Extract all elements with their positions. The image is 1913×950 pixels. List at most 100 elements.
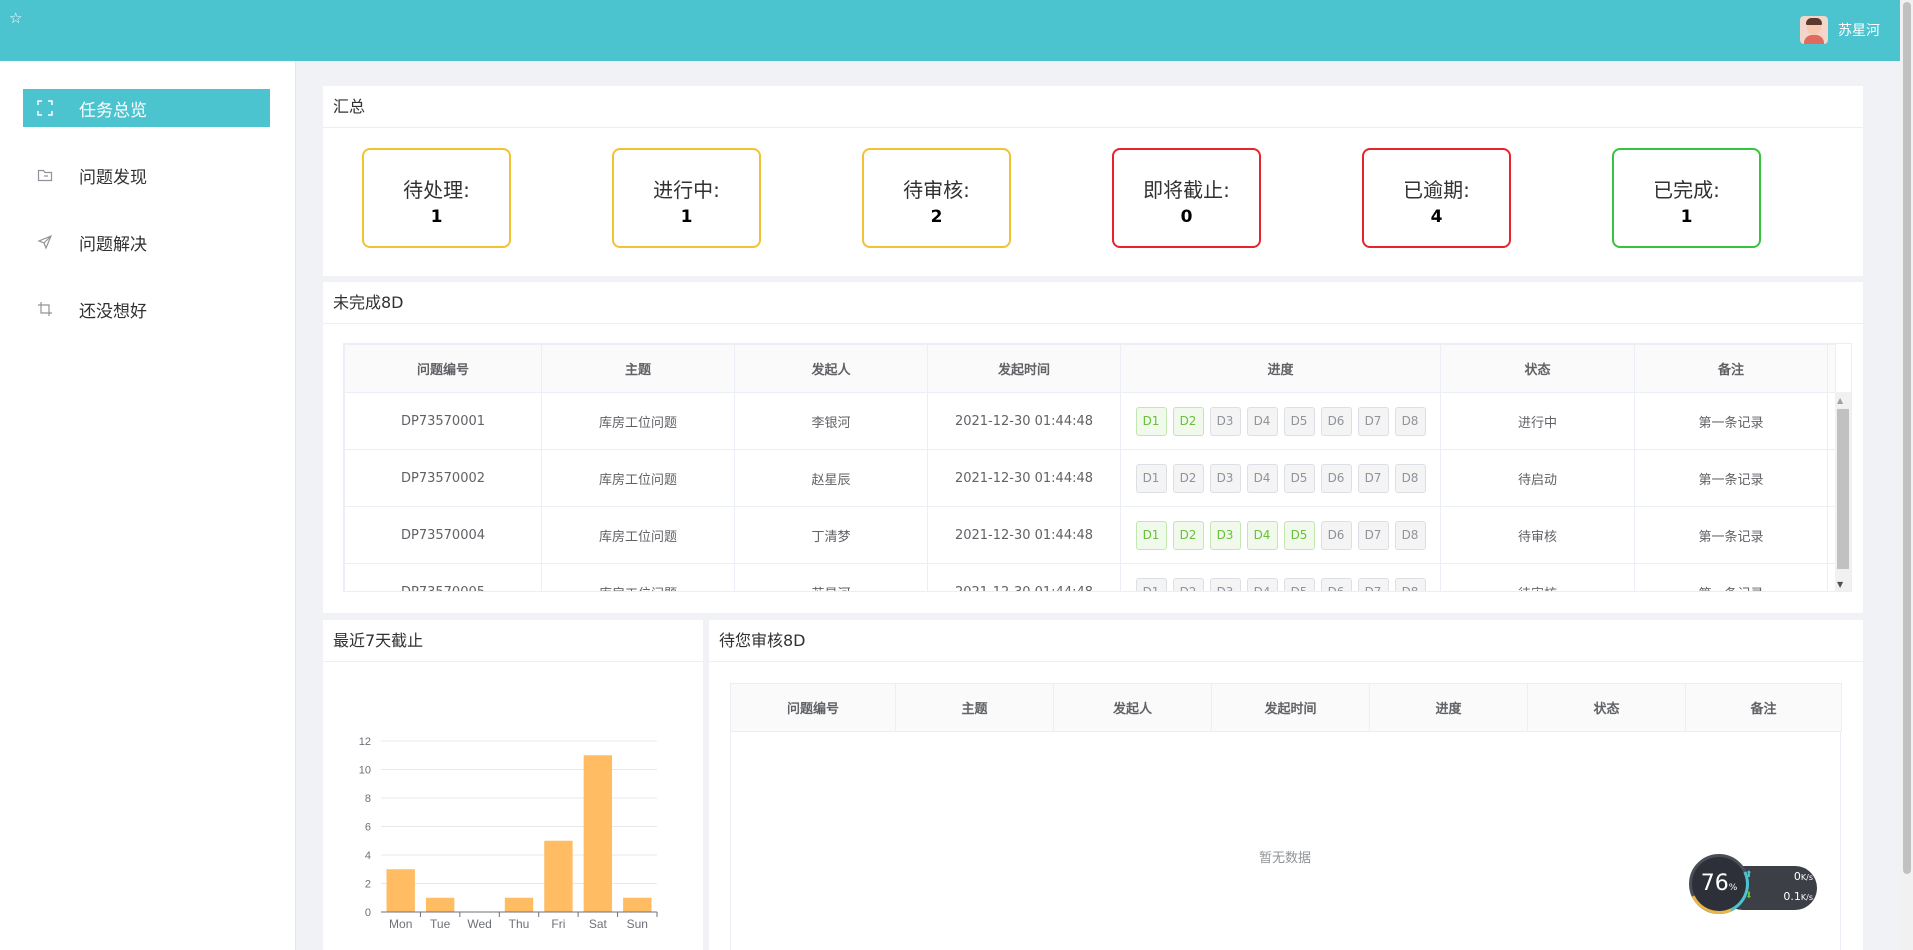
- note-cell: 第一条记录: [1634, 449, 1828, 507]
- stat-label: 待审核:: [903, 178, 970, 202]
- column-header[interactable]: 进度: [1369, 683, 1528, 732]
- send-icon: [37, 234, 53, 250]
- time-cell: 2021-12-30 01:44:48: [927, 392, 1121, 450]
- stat-overdue[interactable]: 已逾期: 4: [1362, 148, 1511, 248]
- bar-fri: [544, 840, 573, 912]
- stat-label: 已完成:: [1653, 178, 1720, 202]
- column-header[interactable]: 问题编号: [344, 344, 542, 393]
- table-row[interactable]: DP73570004 库房工位问题 丁清梦 2021-12-30 01:44:48 D1…: [344, 506, 1836, 564]
- table-row[interactable]: DP73570001 库房工位问题 李银河 2021-12-30 01:44:48 D1…: [344, 392, 1836, 450]
- progress-step-d4[interactable]: D4: [1246, 406, 1278, 436]
- bar-sun: [623, 897, 652, 912]
- progress-step-d6[interactable]: D6: [1320, 463, 1352, 493]
- sidebar-item-resolution[interactable]: 问题解决: [23, 223, 270, 261]
- table-scrollbar[interactable]: ▲ ▼: [1835, 392, 1851, 591]
- review-table-body: [730, 731, 1841, 950]
- column-header[interactable]: 问题编号: [730, 683, 896, 732]
- progress-step-d4[interactable]: D4: [1246, 577, 1278, 591]
- review-title: 待您审核8D: [709, 620, 1863, 662]
- note-cell: 第一条记录: [1634, 563, 1828, 591]
- column-header[interactable]: 发起人: [1053, 683, 1212, 732]
- subject-cell: 库房工位问题: [541, 563, 735, 591]
- sidebar-item-overview[interactable]: 任务总览: [23, 89, 270, 127]
- progress-step-d8[interactable]: D8: [1394, 577, 1426, 591]
- crop-icon: [37, 301, 53, 317]
- time-cell: 2021-12-30 01:44:48: [927, 563, 1121, 591]
- progress-step-d8[interactable]: D8: [1394, 463, 1426, 493]
- progress-step-d1[interactable]: D1: [1135, 577, 1167, 591]
- stat-completed[interactable]: 已完成: 1: [1612, 148, 1761, 248]
- user-menu[interactable]: 苏星河: [1800, 16, 1880, 44]
- progress-step-d5[interactable]: D5: [1283, 463, 1315, 493]
- x-tick-label: Fri: [551, 917, 565, 931]
- progress-step-d2[interactable]: D2: [1172, 463, 1204, 493]
- network-speed-widget[interactable]: 76% ⬆ 0K/s ⬇ 0.1K/s: [1680, 845, 1817, 923]
- column-header[interactable]: 主题: [541, 344, 735, 393]
- progress-step-d8[interactable]: D8: [1394, 520, 1426, 550]
- column-header[interactable]: 发起时间: [927, 344, 1121, 393]
- unfinished-table: 问题编号 主题 发起人 发起时间 进度 状态 备注 DP73570001 库房工位…: [344, 344, 1836, 591]
- x-tick-label: Wed: [467, 917, 491, 931]
- progress-step-d5[interactable]: D5: [1283, 406, 1315, 436]
- progress-step-d2[interactable]: D2: [1172, 406, 1204, 436]
- deadline-title: 最近7天截止: [323, 620, 703, 662]
- progress-step-d8[interactable]: D8: [1394, 406, 1426, 436]
- stat-in-progress[interactable]: 进行中: 1: [612, 148, 761, 248]
- progress-step-d1[interactable]: D1: [1135, 463, 1167, 493]
- sidebar-item-discovery[interactable]: 问题发现: [23, 156, 270, 194]
- progress-step-d5[interactable]: D5: [1283, 577, 1315, 591]
- column-header[interactable]: 进度: [1120, 344, 1441, 393]
- progress-step-d6[interactable]: D6: [1320, 406, 1352, 436]
- column-gutter: [1827, 344, 1836, 393]
- column-header[interactable]: 主题: [895, 683, 1054, 732]
- progress-step-d1[interactable]: D1: [1135, 520, 1167, 550]
- progress-step-d7[interactable]: D7: [1357, 463, 1389, 493]
- stat-due-soon[interactable]: 即将截止: 0: [1112, 148, 1261, 248]
- stat-label: 已逾期:: [1403, 178, 1470, 202]
- progress-step-d7[interactable]: D7: [1357, 406, 1389, 436]
- username[interactable]: 苏星河: [1838, 20, 1880, 40]
- progress-step-d1[interactable]: D1: [1135, 406, 1167, 436]
- page-scrollbar[interactable]: [1900, 0, 1913, 950]
- bar-tue: [425, 897, 455, 912]
- progress-step-d7[interactable]: D7: [1357, 520, 1389, 550]
- progress-step-d6[interactable]: D6: [1320, 577, 1352, 591]
- progress-step-d3[interactable]: D3: [1209, 520, 1241, 550]
- top-bar: ☆ 苏星河: [0, 0, 1900, 61]
- progress-step-d5[interactable]: D5: [1283, 520, 1315, 550]
- progress-step-d3[interactable]: D3: [1209, 406, 1241, 436]
- bar-mon: [386, 869, 415, 912]
- sidebar-item-undecided[interactable]: 还没想好: [23, 290, 270, 328]
- column-header[interactable]: 状态: [1440, 344, 1635, 393]
- progress-step-d6[interactable]: D6: [1320, 520, 1352, 550]
- column-header[interactable]: 备注: [1634, 344, 1828, 393]
- progress-step-d3[interactable]: D3: [1209, 577, 1241, 591]
- status-cell: 待审核: [1440, 506, 1635, 564]
- table-row[interactable]: DP73570005库房工位问题苏星河2021-12-30 01:44:48D1…: [344, 563, 1836, 591]
- column-header[interactable]: 发起人: [734, 344, 928, 393]
- progress-step-d4[interactable]: D4: [1246, 520, 1278, 550]
- progress-step-d3[interactable]: D3: [1209, 463, 1241, 493]
- progress-step-d2[interactable]: D2: [1172, 520, 1204, 550]
- stat-value: 2: [930, 207, 943, 227]
- initiator-cell: 赵星辰: [734, 449, 928, 507]
- bar-thu: [504, 897, 534, 912]
- stat-value: 1: [1680, 207, 1693, 227]
- download-arrow-icon: ⬇: [1745, 891, 1753, 901]
- avatar[interactable]: [1800, 16, 1828, 44]
- star-icon[interactable]: ☆: [9, 11, 22, 26]
- bar-sat: [583, 755, 613, 912]
- progress-step-d4[interactable]: D4: [1246, 463, 1278, 493]
- column-header[interactable]: 备注: [1685, 683, 1842, 732]
- column-header[interactable]: 状态: [1527, 683, 1686, 732]
- time-cell: 2021-12-30 01:44:48: [927, 449, 1121, 507]
- sidebar-item-label: 问题解决: [79, 234, 147, 255]
- table-row[interactable]: DP73570002 库房工位问题 赵星辰 2021-12-30 01:44:48 D1…: [344, 449, 1836, 507]
- stat-pending[interactable]: 待处理: 1: [362, 148, 511, 248]
- y-tick-label: 12: [359, 736, 371, 748]
- column-header[interactable]: 发起时间: [1211, 683, 1370, 732]
- progress-step-d2[interactable]: D2: [1172, 577, 1204, 591]
- progress-step-d7[interactable]: D7: [1357, 577, 1389, 591]
- stat-to-review[interactable]: 待审核: 2: [862, 148, 1011, 248]
- y-tick-label: 0: [365, 907, 371, 919]
